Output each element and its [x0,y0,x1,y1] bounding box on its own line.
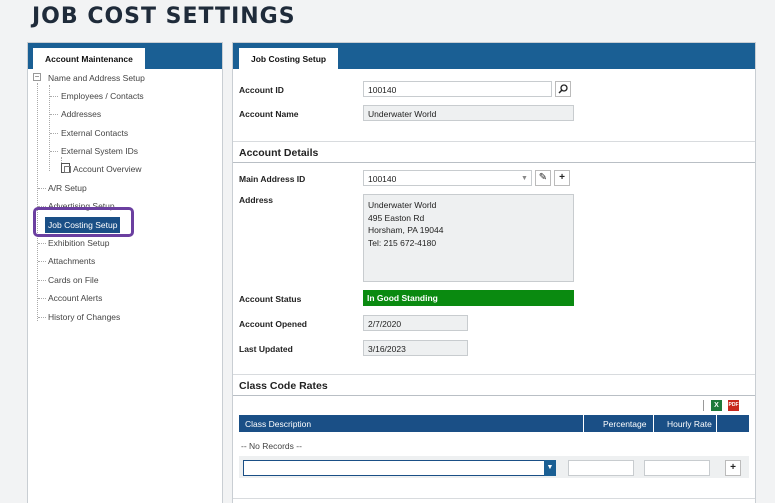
tree-item-name-address-setup[interactable]: Name and Address Setup [48,73,145,83]
divider [703,400,704,411]
selection-highlight [33,207,134,237]
tree-item-exhibition-setup[interactable]: Exhibition Setup [48,238,109,248]
tree-line [38,280,46,281]
add-row-icon[interactable]: + [725,460,741,476]
edit-icon[interactable]: ✎ [535,170,551,186]
divider [233,498,755,499]
pdf-export-icon[interactable]: PDF [728,400,739,411]
address-line: 495 Easton Rd [368,212,425,223]
address-field: Underwater World 495 Easton Rd Horsham, … [363,194,574,282]
tree-item-addresses[interactable]: Addresses [61,109,101,119]
main-address-id-label: Main Address ID [239,174,306,184]
add-icon[interactable]: + [554,170,570,186]
tree-item-account-overview[interactable]: Account Overview [73,164,142,174]
last-updated-label: Last Updated [239,344,293,354]
tree-item-employees-contacts[interactable]: Employees / Contacts [61,91,144,101]
account-maintenance-panel: Account Maintenance − Name and Address S… [27,42,223,503]
tree-item-account-alerts[interactable]: Account Alerts [48,293,102,303]
main-address-id-select[interactable]: 100140 [363,170,532,186]
tree-item-external-contacts[interactable]: External Contacts [61,128,128,138]
tree-line [38,243,46,244]
tree-line [38,298,46,299]
tree-item-ar-setup[interactable]: A/R Setup [48,183,87,193]
last-updated-field: 3/16/2023 [363,340,468,356]
column-separator [716,415,717,432]
tree-item-history-of-changes[interactable]: History of Changes [48,312,120,322]
hourly-rate-input[interactable] [644,460,710,476]
account-maintenance-header: Account Maintenance [28,43,222,69]
account-maintenance-tab[interactable]: Account Maintenance [33,48,145,69]
tree-line [50,151,58,152]
tree-line [50,96,58,97]
tree-item-attachments[interactable]: Attachments [48,256,95,266]
chevron-down-icon[interactable]: ▼ [521,175,528,182]
column-class-description[interactable]: Class Description [245,419,311,429]
divider [233,374,755,375]
job-costing-setup-tab[interactable]: Job Costing Setup [239,48,339,69]
chevron-down-icon[interactable]: ▼ [544,460,556,476]
column-separator [653,415,654,432]
tree-line [37,83,38,321]
class-code-rates-grid-header: Class Description Percentage Hourly Rate [239,415,749,432]
address-label: Address [239,195,274,205]
job-costing-setup-panel: Job Costing Setup Account ID 100140 Acco… [232,42,756,503]
tree-line [49,85,50,171]
class-description-select[interactable] [243,460,546,476]
tree-line [38,317,46,318]
excel-export-icon[interactable]: X [711,400,722,411]
account-details-title: Account Details [239,147,319,159]
tree-line [38,261,46,262]
divider [233,141,755,142]
column-percentage[interactable]: Percentage [603,419,646,429]
address-line: Underwater World [368,200,437,210]
tree-item-cards-on-file[interactable]: Cards on File [48,275,99,285]
tree-line [50,114,58,115]
tree-line [38,188,46,189]
column-hourly-rate[interactable]: Hourly Rate [667,419,712,429]
divider [233,162,755,163]
account-opened-field: 2/7/2020 [363,315,468,331]
no-records-text: -- No Records -- [241,441,302,451]
address-line: Horsham, PA 19044 [368,225,444,235]
job-costing-setup-header: Job Costing Setup [233,43,755,69]
percentage-input[interactable] [568,460,634,476]
address-line: Tel: 215 672-4180 [368,237,437,248]
collapse-icon[interactable]: − [33,73,41,81]
account-opened-label: Account Opened [239,319,308,329]
page-title: JOB COST SETTINGS [32,4,296,29]
divider [233,395,755,396]
account-status-label: Account Status [239,294,302,304]
account-id-label: Account ID [239,85,284,95]
account-status-badge: In Good Standing [363,290,574,306]
account-overview-icon [61,163,71,173]
tree-item-external-system-ids[interactable]: External System IDs [61,146,138,156]
account-name-field: Underwater World [363,105,574,121]
account-id-field[interactable]: 100140 [363,81,552,97]
class-code-rates-title: Class Code Rates [239,380,328,392]
column-separator [583,415,584,432]
tree-line [50,133,58,134]
account-name-label: Account Name [239,109,299,119]
search-icon[interactable] [555,81,571,97]
